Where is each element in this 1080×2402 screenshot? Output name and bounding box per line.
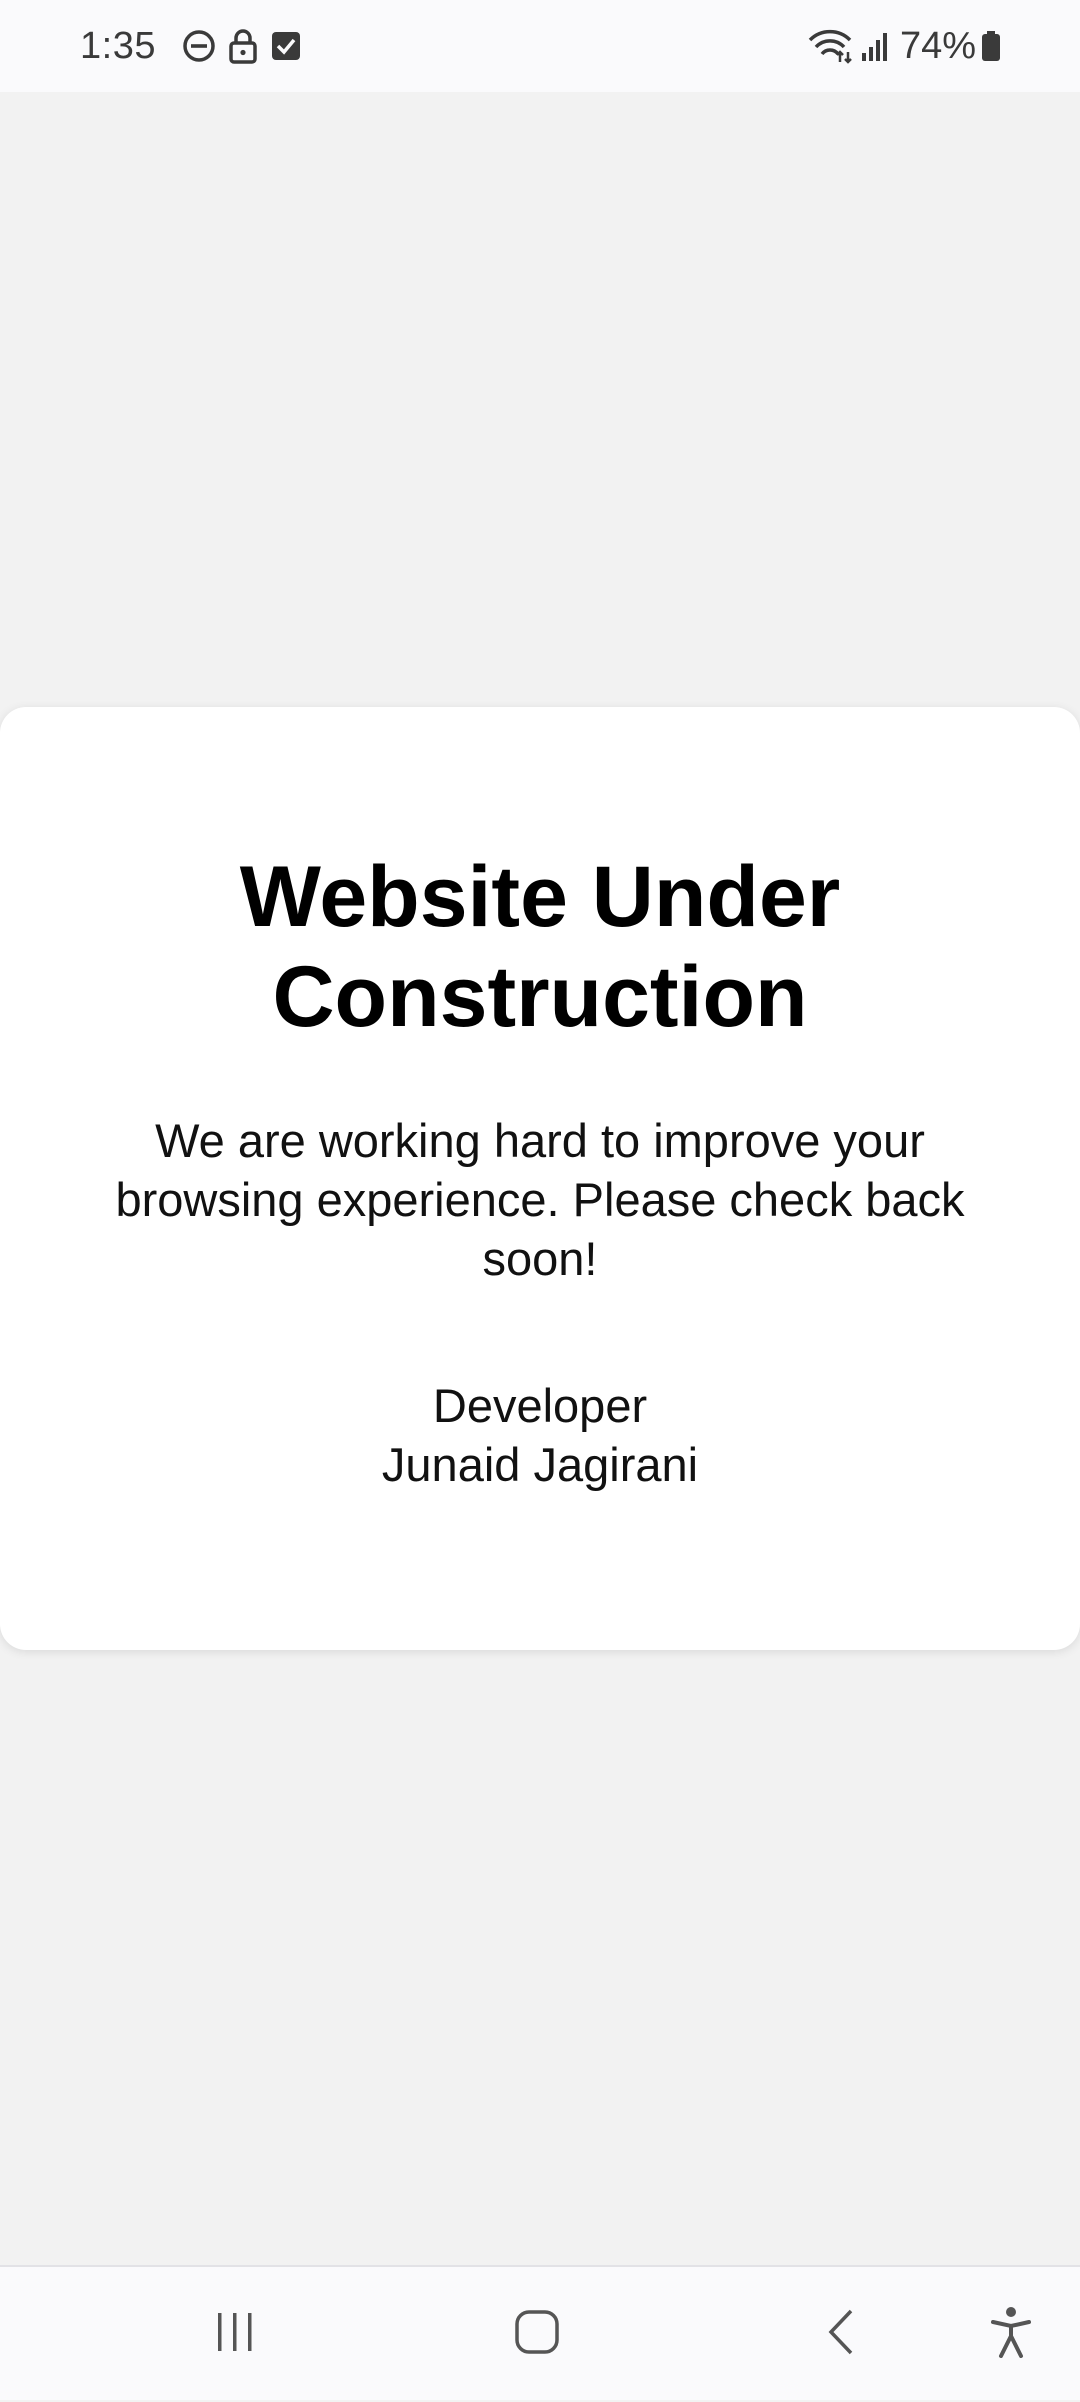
battery-percent: 74% [899, 24, 976, 67]
navigation-bar [0, 2265, 1080, 2400]
developer-name: Junaid Jagirani [381, 1438, 699, 1491]
construction-message: We are working hard to improve your brow… [115, 1114, 965, 1285]
checkbox-icon [270, 30, 302, 62]
accessibility-icon [989, 2306, 1033, 2363]
home-icon [512, 2307, 562, 2362]
do-not-disturb-icon [182, 29, 216, 63]
status-bar: 1:35 74% [0, 0, 1080, 92]
home-button[interactable] [492, 2267, 582, 2402]
back-button[interactable] [796, 2267, 886, 2402]
wifi-icon [806, 28, 854, 64]
accessibility-button[interactable] [966, 2267, 1056, 2402]
lock-icon [226, 28, 260, 64]
construction-card: Website Under Construction We are workin… [0, 707, 1080, 1650]
status-left: 1:35 [80, 25, 302, 68]
battery-icon [980, 29, 1002, 63]
page-title: Website Under Construction [239, 849, 841, 1045]
recent-apps-icon [212, 2309, 258, 2360]
status-right: 74% [806, 25, 1008, 68]
page-content: Website Under Construction We are workin… [0, 92, 1080, 2265]
signal-icon [860, 29, 890, 63]
back-icon [821, 2307, 861, 2362]
recent-apps-button[interactable] [190, 2267, 280, 2402]
developer-credit: Developer Junaid Jagirani [70, 1376, 1010, 1494]
developer-role: Developer [432, 1379, 648, 1432]
status-time: 1:35 [80, 24, 156, 67]
